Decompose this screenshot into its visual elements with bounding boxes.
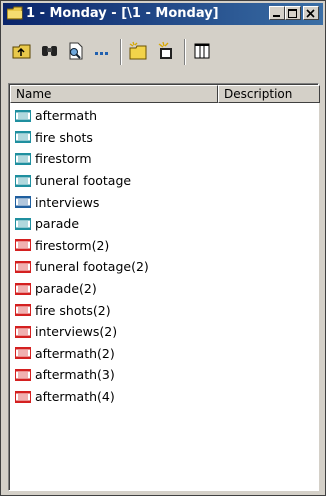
new-clip-button[interactable]	[155, 41, 179, 63]
dots-button[interactable]	[91, 41, 115, 63]
find-document-button[interactable]	[65, 41, 89, 63]
list-item-label: funeral footage	[35, 173, 132, 189]
list-item[interactable]: firestorm	[10, 148, 318, 170]
list-item-label: firestorm	[35, 151, 92, 167]
dots-icon	[95, 52, 108, 55]
columns-view-button[interactable]	[191, 41, 215, 63]
folder-up-icon	[12, 44, 31, 59]
clip-icon	[15, 260, 31, 273]
clip-list-view[interactable]: Name Description aftermath fire shots fire…	[8, 83, 320, 491]
clip-icon	[15, 368, 31, 381]
new-clip-icon	[158, 41, 172, 59]
clip-icon	[15, 390, 31, 403]
clip-icon	[15, 239, 31, 252]
list-item[interactable]: funeral footage(2)	[10, 256, 318, 278]
list-item-label: aftermath(4)	[35, 389, 115, 405]
list-inner: Name Description aftermath fire shots fire…	[9, 84, 320, 490]
bin-window: 1 - Monday - [\1 - Monday] Name Descript…	[0, 0, 326, 496]
window-title: 1 - Monday - [\1 - Monday]	[26, 6, 219, 21]
minimize-button[interactable]	[269, 6, 285, 20]
clip-icon	[15, 131, 31, 144]
list-item[interactable]: aftermath(3)	[10, 364, 318, 386]
list-rows: aftermath fire shots firestorm funeral foot…	[10, 105, 318, 407]
columns-view-icon	[194, 43, 210, 59]
binoculars-icon	[42, 46, 57, 56]
title-bar[interactable]: 1 - Monday - [\1 - Monday]	[3, 3, 323, 25]
maximize-button[interactable]	[285, 6, 301, 20]
find-document-icon	[69, 42, 83, 60]
clip-icon	[15, 109, 31, 122]
list-item-label: fire shots(2)	[35, 302, 111, 318]
clip-icon	[15, 325, 31, 338]
list-item[interactable]: parade(2)	[10, 278, 318, 300]
toolbar	[3, 27, 323, 73]
list-item[interactable]: fire shots(2)	[10, 299, 318, 321]
list-item-label: interviews	[35, 194, 100, 210]
list-item[interactable]: aftermath(4)	[10, 386, 318, 408]
toolbar-separator	[184, 39, 186, 65]
maximize-icon	[288, 9, 297, 18]
clip-icon	[15, 196, 31, 209]
close-button[interactable]	[303, 6, 319, 20]
list-item[interactable]: interviews(2)	[10, 321, 318, 343]
folder-icon	[7, 6, 23, 20]
list-item-label: parade	[35, 216, 80, 232]
close-icon	[306, 9, 315, 18]
list-item[interactable]: interviews	[10, 191, 318, 213]
list-item-label: funeral footage(2)	[35, 259, 149, 275]
list-item-label: aftermath	[35, 108, 98, 124]
clip-icon	[15, 304, 31, 317]
toolbar-separator	[120, 39, 122, 65]
clip-icon	[15, 174, 31, 187]
folder-up-button[interactable]	[11, 41, 35, 63]
list-item[interactable]: parade	[10, 213, 318, 235]
list-item[interactable]: fire shots	[10, 127, 318, 149]
list-item-label: parade(2)	[35, 281, 97, 297]
list-item[interactable]: funeral footage	[10, 170, 318, 192]
binoculars-button[interactable]	[39, 41, 63, 63]
list-item-label: fire shots	[35, 129, 93, 145]
clip-icon	[15, 152, 31, 165]
new-bin-button[interactable]	[127, 41, 151, 63]
clip-icon	[15, 217, 31, 230]
clip-icon	[15, 282, 31, 295]
list-item-label: aftermath(3)	[35, 367, 115, 383]
minimize-icon	[273, 15, 280, 17]
list-item-label: firestorm(2)	[35, 237, 110, 253]
list-item[interactable]: aftermath	[10, 105, 318, 127]
list-item-label: interviews(2)	[35, 324, 118, 340]
column-header-description[interactable]: Description	[218, 85, 320, 103]
list-item[interactable]: aftermath(2)	[10, 343, 318, 365]
column-header-name[interactable]: Name	[10, 85, 218, 103]
clip-icon	[15, 347, 31, 360]
new-bin-icon	[129, 41, 147, 60]
list-item-label: aftermath(2)	[35, 345, 115, 361]
list-item[interactable]: firestorm(2)	[10, 235, 318, 257]
